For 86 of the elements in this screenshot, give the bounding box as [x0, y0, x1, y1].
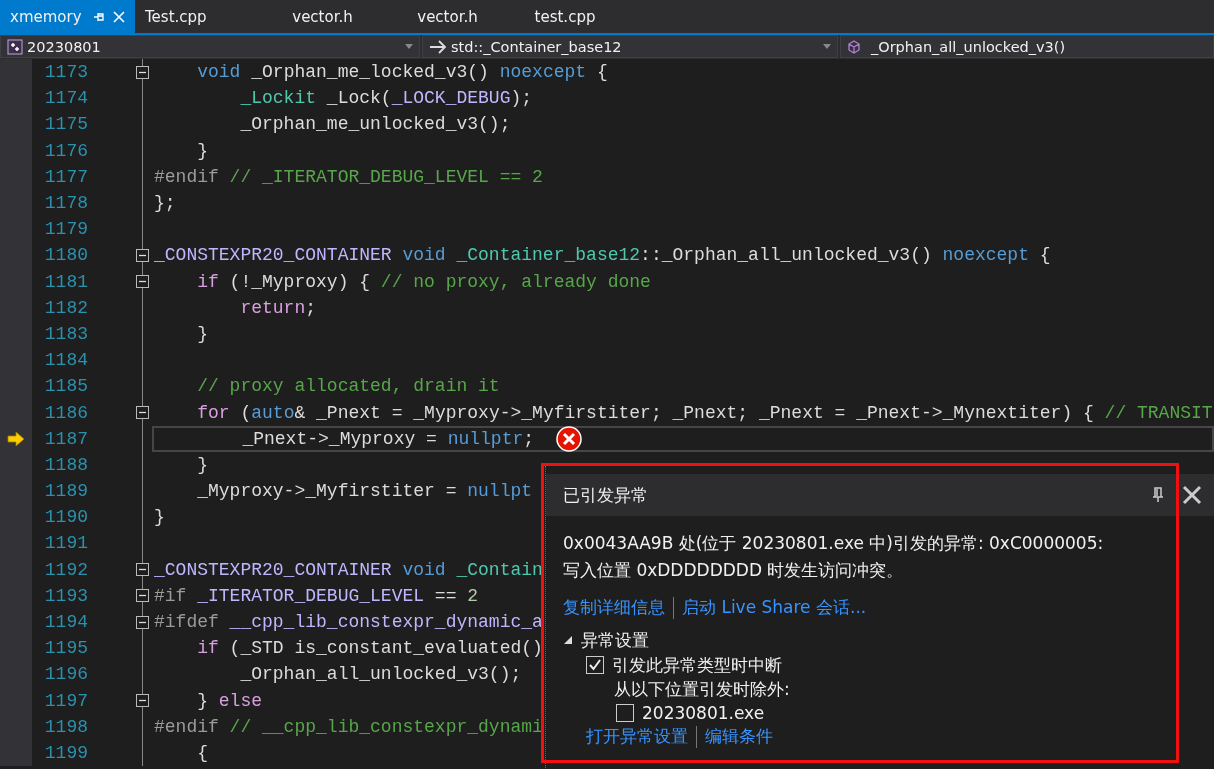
line-number: 1184	[43, 350, 88, 371]
line-number: 1194	[43, 612, 88, 633]
line-number: 1198	[43, 716, 88, 737]
line-number: 1191	[43, 533, 88, 554]
code-line: _CONSTEXPR20_CONTAINER void _Container_base12::_Orphan_all_unlocked_v3() noexcept {	[154, 245, 1051, 266]
code-line: _Lockit _Lock(_LOCK_DEBUG);	[239, 88, 533, 109]
collapse-icon[interactable]	[136, 694, 149, 708]
code-line: #endif // _ITERATOR_DEBUG_LEVEL == 2	[154, 166, 543, 187]
collapse-icon[interactable]	[136, 406, 149, 420]
link[interactable]: 启动 Live Share 会话...	[682, 596, 867, 619]
line-number: 1173	[43, 62, 88, 83]
code-line: for (auto& _Pnext = _Myproxy->_Myfirstiter; _Pnext; _Pnext = _Pnext->_Mynextiter) { // TRANSIT	[196, 402, 1213, 423]
code-line: }	[154, 507, 165, 528]
file-tab[interactable]: vector.h	[385, 0, 510, 33]
close-icon[interactable]	[1182, 485, 1202, 505]
link[interactable]: 编辑条件	[705, 725, 773, 748]
caret-icon	[823, 44, 831, 49]
line-number: 1174	[43, 88, 88, 109]
arrow-icon	[429, 39, 447, 54]
code-line: // proxy allocated, drain it	[196, 376, 500, 397]
checkbox-label[interactable]: 20230801.exe	[642, 703, 765, 723]
link[interactable]: 复制详细信息	[563, 596, 665, 619]
code-line: _Orphan_me_unlocked_v3();	[239, 114, 511, 135]
line-number: 1192	[43, 559, 88, 580]
option-label: 从以下位置引发时除外:	[614, 677, 790, 701]
collapse-icon[interactable]	[136, 563, 149, 577]
line-number: 1196	[43, 664, 88, 685]
code-line: }	[196, 140, 208, 161]
line-number: 1195	[43, 638, 88, 659]
popup-title: 已引发异常	[563, 483, 648, 507]
exception-message: 0x0043AA9B 处(位于 20230801.exe 中)引发的异常: 0xC0000005: 写入位置 0xDDDDDDDD 时发生访问冲突。	[563, 532, 1105, 582]
link[interactable]: 打开异常设置	[586, 725, 688, 748]
project-icon	[7, 38, 23, 55]
line-number: 1199	[43, 742, 88, 763]
checkbox[interactable]	[586, 656, 604, 674]
code-line: #endif // __cpp_lib_constexpr_dynami	[154, 716, 543, 737]
checkbox-label[interactable]: 引发此异常类型时中断	[612, 653, 782, 677]
member-dropdown[interactable]: _Orphan_all_unlocked_v3()	[840, 35, 1214, 58]
line-number: 1178	[43, 193, 88, 214]
code-line: }	[196, 454, 208, 475]
line-number: 1189	[43, 481, 88, 502]
project-dropdown[interactable]: 20230801	[0, 35, 420, 58]
line-number: 1193	[43, 585, 88, 606]
code-line: }	[196, 323, 208, 344]
code-line: _Pnext->_Myproxy = nullptr;	[241, 428, 535, 449]
code-line: };	[154, 193, 176, 214]
line-number: 1175	[43, 114, 88, 135]
pin-icon[interactable]	[1152, 487, 1164, 503]
line-number: 1177	[43, 166, 88, 187]
caret-icon	[405, 44, 413, 49]
code-line: } else	[196, 690, 263, 711]
code-line: #if _ITERATOR_DEBUG_LEVEL == 2	[154, 585, 479, 606]
code-line: {	[196, 742, 208, 763]
line-number: 1180	[43, 245, 88, 266]
collapse-icon[interactable]	[136, 589, 149, 603]
line-number: 1179	[43, 219, 88, 240]
code-line: #ifdef __cpp_lib_constexpr_dynamic_a	[154, 612, 543, 633]
file-tab[interactable]: vector.h	[260, 0, 385, 33]
expanded-icon[interactable]	[563, 635, 573, 645]
line-number: 1185	[43, 376, 88, 397]
collapse-icon[interactable]	[136, 615, 149, 629]
cube-icon	[847, 39, 861, 54]
line-number: 1183	[43, 323, 88, 344]
code-line: if (_STD is_constant_evaluated()	[196, 638, 543, 659]
line-number: 1176	[43, 140, 88, 161]
code-line: _CONSTEXPR20_CONTAINER void _Contain	[154, 559, 543, 580]
scope-dropdown[interactable]: std::_Container_base12	[422, 35, 838, 58]
line-number: 1190	[43, 507, 88, 528]
code-line: _Orphan_all_unlocked_v3();	[239, 664, 522, 685]
collapse-icon[interactable]	[136, 65, 149, 79]
line-number: 1186	[43, 402, 88, 423]
line-number: 1181	[43, 271, 88, 292]
line-number: 1187	[43, 428, 88, 449]
section-heading: 异常设置	[581, 628, 649, 652]
line-number: 1197	[43, 690, 88, 711]
code-line: return;	[239, 297, 317, 318]
line-number: 1188	[43, 454, 88, 475]
collapse-icon[interactable]	[136, 275, 149, 289]
code-line: void _Orphan_me_locked_v3() noexcept {	[196, 62, 608, 83]
code-line: _Myproxy->_Myfirstiter = nullpt	[196, 481, 533, 502]
checkbox[interactable]	[616, 704, 634, 722]
collapse-icon[interactable]	[136, 248, 149, 262]
code-line: if (!_Myproxy) { // no proxy, already done	[196, 271, 651, 292]
file-tab[interactable]: Test.cpp	[135, 0, 260, 33]
file-tab[interactable]: test.cpp	[510, 0, 620, 33]
line-number: 1182	[43, 297, 88, 318]
